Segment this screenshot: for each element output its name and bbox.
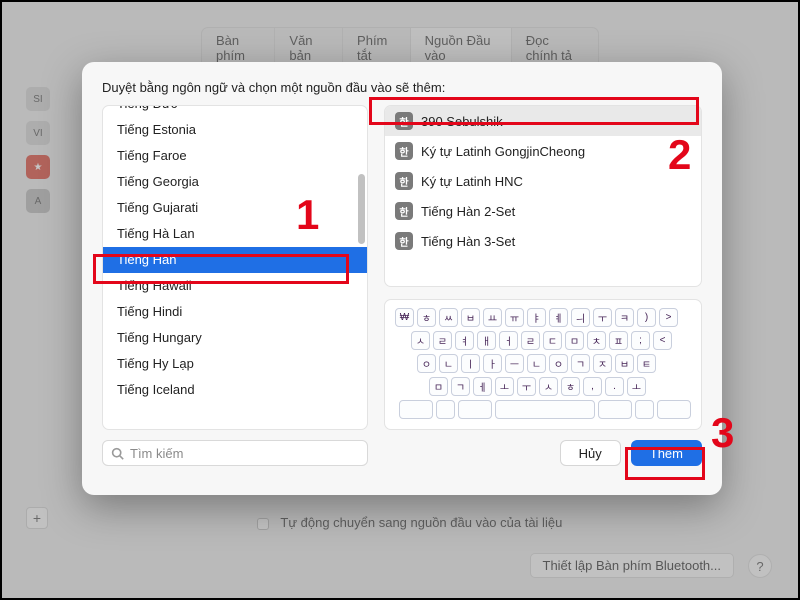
layout-item[interactable]: 한 Tiếng Hàn 3-Set xyxy=(385,226,701,256)
key: ㄴ xyxy=(439,354,458,373)
language-item[interactable]: Tiếng Georgia xyxy=(103,169,367,195)
language-item[interactable]: Tiếng Hà Lan xyxy=(103,221,367,247)
key: ㅕ xyxy=(455,331,474,350)
key: ㅎ xyxy=(417,308,436,327)
language-item[interactable]: Tiếng Đức xyxy=(103,106,367,117)
hangul-badge-icon: 한 xyxy=(395,112,413,130)
key: ㅜ xyxy=(517,377,536,396)
language-item[interactable]: Tiếng Gujarati xyxy=(103,195,367,221)
key: ㅈ xyxy=(593,354,612,373)
key: ㄷ xyxy=(543,331,562,350)
kb-row-2: ㅅㄹㅕㅐㅓㄹㄷㅁㅊㅍ;< xyxy=(395,331,691,350)
language-item[interactable]: Tiếng Estonia xyxy=(103,117,367,143)
language-item[interactable]: Tiếng Hungary xyxy=(103,325,367,351)
key: ㅔ xyxy=(473,377,492,396)
key-modifier: . xyxy=(635,400,654,419)
layout-item-selected[interactable]: 한 390 Sebulshik xyxy=(385,106,701,136)
key: ㄹ xyxy=(521,331,540,350)
key: ㅁ xyxy=(565,331,584,350)
key: ㄱ xyxy=(451,377,470,396)
key: ㅓ xyxy=(499,331,518,350)
key: ㅜ xyxy=(593,308,612,327)
cancel-button[interactable]: Hủy xyxy=(560,440,621,466)
key: ㄱ xyxy=(571,354,590,373)
key: ㄹ xyxy=(433,331,452,350)
key: > xyxy=(659,308,678,327)
key: ㅖ xyxy=(549,308,568,327)
key: ㅡ xyxy=(505,354,524,373)
language-item[interactable]: Tiếng Hindi xyxy=(103,299,367,325)
key-modifier: . xyxy=(436,400,455,419)
key: ㅎ xyxy=(561,377,580,396)
layout-label: 390 Sebulshik xyxy=(421,114,503,129)
key: ㅗ xyxy=(495,377,514,396)
layout-label: Ký tự Latinh HNC xyxy=(421,174,523,189)
language-item[interactable]: Tiếng Faroe xyxy=(103,143,367,169)
key: ㅆ xyxy=(439,308,458,327)
layout-item[interactable]: 한 Ký tự Latinh GongjinCheong xyxy=(385,136,701,166)
key: ㅛ xyxy=(483,308,502,327)
language-item-selected[interactable]: Tiếng Hàn xyxy=(103,247,367,273)
key: ㅌ xyxy=(637,354,656,373)
key: ㅑ xyxy=(527,308,546,327)
key: ㅅ xyxy=(539,377,558,396)
hangul-badge-icon: 한 xyxy=(395,202,413,220)
add-input-source-sheet: Duyệt bằng ngôn ngữ và chọn một nguồn đầ… xyxy=(82,62,722,495)
layout-list[interactable]: 한 390 Sebulshik 한 Ký tự Latinh GongjinCh… xyxy=(384,105,702,287)
scrollbar-thumb[interactable] xyxy=(358,174,365,244)
window-frame: Bàn phím Văn bản Phím tắt Nguồn Đầu vào … xyxy=(0,0,800,600)
key: ㄴ xyxy=(527,354,546,373)
key: ㅋ xyxy=(615,308,634,327)
language-item[interactable]: Tiếng Hawaii xyxy=(103,273,367,299)
key: ㅊ xyxy=(587,331,606,350)
key: ㅠ xyxy=(505,308,524,327)
key: ㅂ xyxy=(461,308,480,327)
key: ㅇ xyxy=(417,354,436,373)
keyboard-preview: ₩ㅎㅆㅂㅛㅠㅑㅖㅢㅜㅋ)> ㅅㄹㅕㅐㅓㄹㄷㅁㅊㅍ;< ㅇㄴㅣㅏㅡㄴㅇㄱㅈㅂㅌ ㅁ… xyxy=(384,299,702,430)
key: ㅁ xyxy=(429,377,448,396)
layout-label: Ký tự Latinh GongjinCheong xyxy=(421,144,585,159)
hangul-badge-icon: 한 xyxy=(395,142,413,160)
key: ㅐ xyxy=(477,331,496,350)
key-modifier: . xyxy=(598,400,632,419)
key-modifier: . xyxy=(458,400,492,419)
key: ㅢ xyxy=(571,308,590,327)
key: ; xyxy=(631,331,650,350)
key: ) xyxy=(637,308,656,327)
key: ㅣ xyxy=(461,354,480,373)
sheet-instruction: Duyệt bằng ngôn ngữ và chọn một nguồn đầ… xyxy=(102,80,702,95)
hangul-badge-icon: 한 xyxy=(395,172,413,190)
search-placeholder: Tìm kiếm xyxy=(130,446,183,461)
key-space: . xyxy=(495,400,595,419)
kb-row-3: ㅇㄴㅣㅏㅡㄴㅇㄱㅈㅂㅌ xyxy=(395,354,691,373)
key: ㅂ xyxy=(615,354,634,373)
key: ㅇ xyxy=(549,354,568,373)
search-input[interactable]: Tìm kiếm xyxy=(102,440,368,466)
key-modifier: . xyxy=(399,400,433,419)
layout-item[interactable]: 한 Ký tự Latinh HNC xyxy=(385,166,701,196)
key: , xyxy=(583,377,602,396)
kb-row-1: ₩ㅎㅆㅂㅛㅠㅑㅖㅢㅜㅋ)> xyxy=(395,308,691,327)
layout-item[interactable]: 한 Tiếng Hàn 2-Set xyxy=(385,196,701,226)
hangul-badge-icon: 한 xyxy=(395,232,413,250)
language-list[interactable]: Tiếng Đức Tiếng Estonia Tiếng Faroe Tiến… xyxy=(102,105,368,430)
language-scrollbar[interactable] xyxy=(355,108,365,427)
key: ㅍ xyxy=(609,331,628,350)
kb-row-5: . . . . . . . xyxy=(395,400,691,419)
key-modifier: . xyxy=(657,400,691,419)
kb-row-4: ㅁㄱㅔㅗㅜㅅㅎ,.ㅗ xyxy=(395,377,691,396)
key: . xyxy=(605,377,624,396)
language-item[interactable]: Tiếng Iceland xyxy=(103,377,367,403)
key: ₩ xyxy=(395,308,414,327)
key: ㅏ xyxy=(483,354,502,373)
layout-label: Tiếng Hàn 3-Set xyxy=(421,234,515,249)
key: ㅗ xyxy=(627,377,646,396)
language-item[interactable]: Tiếng Hy Lạp xyxy=(103,351,367,377)
key: < xyxy=(653,331,672,350)
layout-label: Tiếng Hàn 2-Set xyxy=(421,204,515,219)
key: ㅅ xyxy=(411,331,430,350)
search-icon xyxy=(111,447,124,460)
add-button[interactable]: Thêm xyxy=(631,440,702,466)
